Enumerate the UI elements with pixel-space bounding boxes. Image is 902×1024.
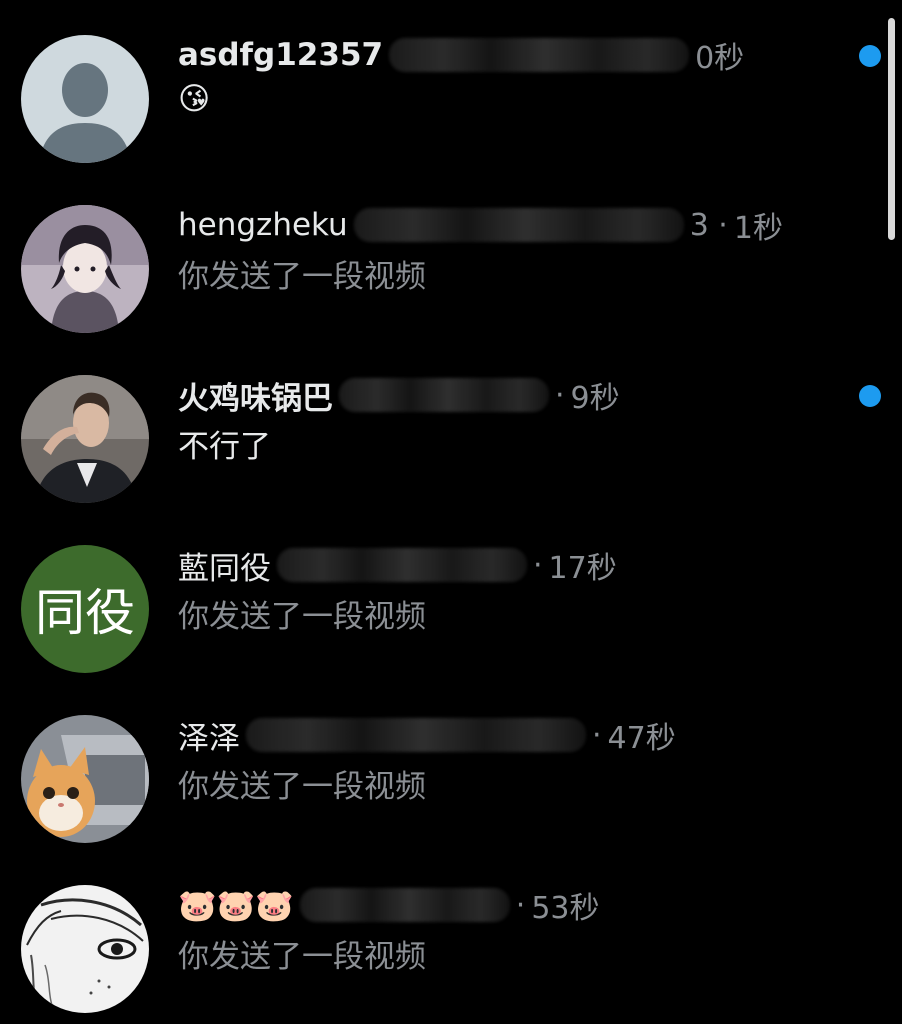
message-time: 47秒 <box>607 721 676 756</box>
contact-name: hengzheku <box>178 207 348 243</box>
conversation-list: asdfg12357 0秒 😘 hengzheku 3 · 1秒 你发送了一段视… <box>0 0 902 1024</box>
conversation-row[interactable]: asdfg12357 0秒 😘 <box>0 13 902 183</box>
contact-name: 泽泽 <box>178 720 240 757</box>
message-preview: 😘 <box>178 81 211 117</box>
scrollbar[interactable] <box>888 18 895 240</box>
redacted-handle <box>339 378 549 412</box>
text-avatar-label: 同役 <box>21 545 149 673</box>
message-preview: 你发送了一段视频 <box>178 259 426 295</box>
contact-name: 火鸡味锅巴 <box>178 380 333 417</box>
message-time: 1秒 <box>733 211 783 246</box>
message-time: 9秒 <box>570 381 620 416</box>
contact-name: asdfg12357 <box>178 37 384 73</box>
manga-sketch-avatar[interactable] <box>21 885 149 1013</box>
message-preview: 你发送了一段视频 <box>178 939 426 975</box>
conversation-row[interactable]: 泽泽 · 47秒 你发送了一段视频 <box>0 693 902 863</box>
message-preview: 你发送了一段视频 <box>178 769 426 805</box>
cat-laptop-avatar[interactable] <box>21 715 149 843</box>
message-time: 0秒 <box>695 41 745 76</box>
unread-dot <box>859 385 881 407</box>
time-separator: · <box>592 717 602 753</box>
message-time: 17秒 <box>548 551 617 586</box>
time-separator: · <box>533 547 543 583</box>
man-smoking-avatar[interactable] <box>21 375 149 503</box>
message-preview: 不行了 <box>178 429 271 465</box>
conversation-row[interactable]: hengzheku 3 · 1秒 你发送了一段视频 <box>0 183 902 353</box>
conversation-row[interactable]: 火鸡味锅巴 · 9秒 不行了 <box>0 353 902 523</box>
contact-name: 🐷🐷🐷 <box>178 887 294 924</box>
redacted-handle <box>277 548 527 582</box>
message-preview: 你发送了一段视频 <box>178 599 426 635</box>
time-separator: · <box>555 377 565 413</box>
redacted-handle <box>299 888 510 922</box>
time-separator: · <box>515 887 526 923</box>
redacted-handle <box>353 208 684 242</box>
redacted-handle <box>246 718 586 752</box>
anime-boy-avatar[interactable] <box>21 205 149 333</box>
contact-name: 藍同役 <box>178 550 271 587</box>
message-time: 53秒 <box>531 891 600 926</box>
default-person-icon[interactable] <box>21 35 149 163</box>
conversation-row[interactable]: 🐷🐷🐷 · 53秒 你发送了一段视频 <box>0 863 902 1024</box>
conversation-row[interactable]: 同役 藍同役 · 17秒 你发送了一段视频 <box>0 523 902 693</box>
text-avatar[interactable]: 同役 <box>21 545 149 673</box>
unread-dot <box>859 45 881 67</box>
redacted-handle <box>389 38 690 72</box>
time-separator: 3 · <box>689 207 728 243</box>
